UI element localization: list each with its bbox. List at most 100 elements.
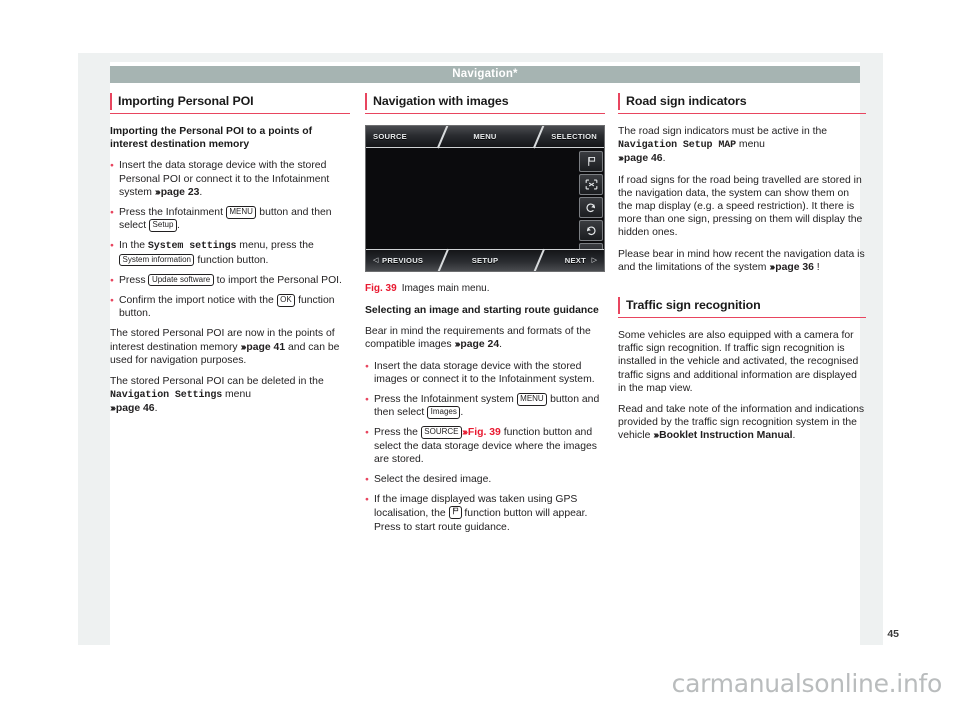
bullet-text-end: . [199, 186, 203, 198]
column-left: Importing Personal POI Importing the Per… [110, 92, 350, 424]
screen-button-selection[interactable]: SELECTION [551, 126, 597, 147]
cross-reference: ››› Booklet Instruction Manual [653, 429, 793, 442]
list-item: Select the desired image. [365, 473, 605, 487]
section-heading-importing-personal-poi: Importing Personal POI [110, 92, 350, 114]
cross-reference-label: page 36 [775, 261, 814, 273]
paragraph: The stored Personal POI are now in the p… [110, 327, 350, 367]
cross-reference-label: page 46 [623, 153, 663, 165]
cross-reference-label: page 23 [160, 186, 200, 198]
cross-reference-label: Booklet Instruction Manual [659, 430, 793, 442]
system-information-button-chip[interactable]: System information [119, 253, 195, 267]
list-item: Confirm the import notice with the OK fu… [110, 294, 350, 320]
paragraph-text-end: ! [813, 261, 820, 273]
bullet-text: Insert the data storage device with the … [374, 360, 595, 385]
bullet-text-end: . [176, 220, 180, 232]
section-heading-label: Navigation with images [373, 94, 509, 108]
paragraph-text-end: . [792, 430, 796, 442]
cross-reference: ››› page 36 [769, 261, 814, 273]
paragraph-text-end: . [499, 339, 503, 351]
bullet-text: In the [119, 240, 148, 252]
menu-button-chip[interactable]: MENU [516, 393, 548, 406]
paragraph-text-mid: menu [736, 139, 765, 151]
flag-icon-button-chip[interactable] [448, 506, 462, 520]
cross-reference-label: page 46 [115, 403, 155, 415]
page-number: 45 [887, 628, 899, 640]
paragraph-text-end: . [154, 403, 158, 415]
list-item: Insert the data storage device with the … [365, 360, 605, 386]
section-heading-traffic-sign-recognition: Traffic sign recognition [618, 296, 866, 319]
bullet-text: Press the Infotainment system [374, 394, 517, 406]
cross-reference: ››› page 46 [618, 152, 663, 165]
banner-title: Navigation* [452, 68, 518, 80]
ok-button-chip[interactable]: OK [276, 294, 296, 307]
section-heading-label: Traffic sign recognition [626, 298, 761, 313]
running-header-banner: Navigation* [110, 66, 860, 83]
paragraph-text: The stored Personal POI can be deleted i… [110, 376, 324, 388]
list-item: If the image displayed was taken using G… [365, 493, 605, 534]
menu-button-chip[interactable]: MENU [225, 206, 257, 219]
list-item: Press the Infotainment system MENU butto… [365, 393, 605, 419]
watermark: carmanualsonline.info [671, 669, 943, 698]
images-button-chip[interactable]: Images [427, 406, 461, 419]
setup-button-chip[interactable]: Setup [149, 219, 177, 232]
cross-reference-label: Fig. 39 [467, 427, 501, 439]
paragraph: The stored Personal POI can be deleted i… [110, 375, 350, 416]
bullet-text-mid: menu, press the [236, 240, 314, 252]
cross-reference-label: page 41 [246, 341, 286, 353]
cross-reference: ››› page 24 [455, 338, 500, 351]
flag-icon [586, 156, 597, 167]
bullet-text-end: function button. [194, 254, 269, 266]
column-right: Road sign indicators The road sign indic… [618, 92, 866, 451]
list-item: Press Update software to import the Pers… [110, 273, 350, 288]
screen-button-next[interactable]: NEXT [565, 250, 586, 271]
list-item: In the System settings menu, press the S… [110, 239, 350, 267]
infotainment-screen-mockup: SOURCE MENU SELECTION ◁ PREVIOUS SETUP N… [365, 125, 605, 272]
paragraph-text-mid: menu [222, 389, 252, 401]
paragraph: Read and take note of the information an… [618, 403, 866, 443]
update-software-button-chip[interactable]: Update software [148, 273, 214, 287]
menu-name-system-settings: System settings [147, 241, 237, 253]
section-heading-label: Road sign indicators [626, 94, 747, 108]
list-item: Press the SOURCE›››Fig. 39 function butt… [365, 426, 605, 466]
column-middle: Navigation with images SOURCE MENU SELEC… [365, 92, 605, 541]
paragraph: The road sign indicators must be active … [618, 125, 866, 166]
section-heading-label: Importing Personal POI [118, 94, 254, 108]
cross-reference: ››› page 23 [155, 186, 200, 198]
rotate-cw-icon [585, 225, 597, 237]
figure-39: SOURCE MENU SELECTION ◁ PREVIOUS SETUP N… [365, 125, 605, 295]
rotate-ccw-icon [585, 202, 597, 214]
list-item: Press the Infotainment MENU button and t… [110, 206, 350, 232]
bullet-text: Press [119, 274, 149, 286]
cross-reference: ››› page 41 [241, 341, 286, 353]
source-button-chip[interactable]: SOURCE [420, 426, 463, 439]
paragraph-text-end: . [662, 153, 666, 165]
bullet-text: Select the desired image. [374, 474, 492, 486]
cross-reference: ››› page 46 [110, 402, 155, 415]
cross-reference-label: page 24 [460, 339, 500, 351]
bullet-text-end: to import the Personal POI. [213, 274, 342, 286]
flag-icon-button[interactable] [579, 151, 603, 172]
paragraph-text: The road sign indicators must be active … [618, 126, 828, 137]
rotate-ccw-icon-button[interactable] [579, 197, 603, 218]
figure-reference-code: BSF-0503 [565, 271, 603, 272]
fullscreen-icon-button[interactable] [579, 174, 603, 195]
chevron-right-icon: ▷ [591, 257, 597, 264]
paragraph: If road signs for the road being travell… [618, 174, 863, 239]
bullet-text: Insert the data storage device with the … [119, 160, 330, 198]
subheading-importing-poi: Importing the Personal POI to a points o… [110, 126, 313, 151]
flag-icon [452, 508, 459, 517]
paragraph: Bear in mind the requirements and format… [365, 325, 605, 351]
list-item: Insert the data storage device with the … [110, 159, 350, 199]
figure-caption-text: Images main menu. [401, 283, 490, 294]
menu-name-navigation-setup-map: Navigation Setup MAP [618, 140, 737, 152]
figure-caption: Fig. 39 Images main menu. [365, 283, 605, 295]
menu-name-navigation-settings: Navigation Settings [110, 390, 223, 402]
bullet-text: Press the [374, 427, 421, 439]
paragraph: Please bear in mind how recent the navig… [618, 248, 866, 274]
rotate-cw-icon-button[interactable] [579, 220, 603, 241]
subheading-selecting-image: Selecting an image and starting route gu… [365, 305, 599, 316]
section-heading-road-sign-indicators: Road sign indicators [618, 92, 866, 114]
paragraph: Some vehicles are also equipped with a c… [618, 330, 859, 394]
bullet-text-end: . [460, 407, 464, 419]
cross-reference-figure: ››› Fig. 39 [462, 426, 501, 439]
